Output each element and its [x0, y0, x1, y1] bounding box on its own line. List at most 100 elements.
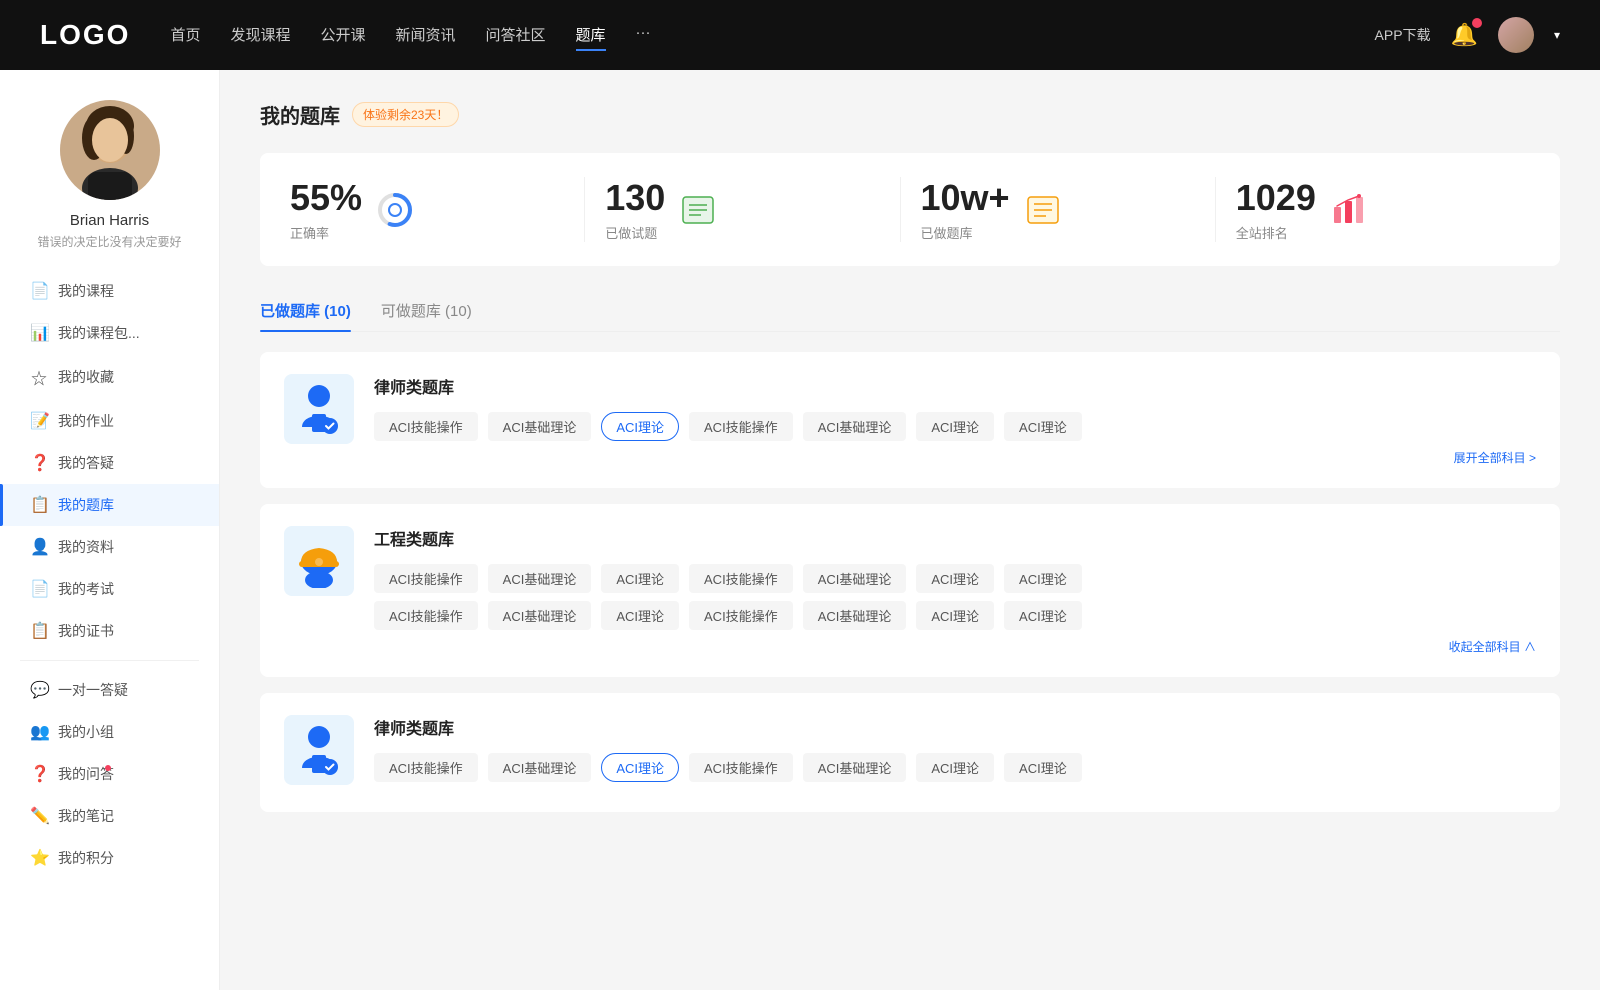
- tag-lawyer1-2[interactable]: ACI基础理论: [488, 412, 592, 441]
- tag-eng-8[interactable]: ACI技能操作: [374, 601, 478, 630]
- rank-icon: [1330, 191, 1368, 229]
- tag-lawyer2-7[interactable]: ACI理论: [1004, 753, 1082, 782]
- exam-icon: 📄: [30, 579, 48, 599]
- sidebar-item-favorites[interactable]: ☆ 我的收藏: [0, 354, 219, 400]
- tag-lawyer2-3[interactable]: ACI理论: [601, 753, 679, 782]
- tag-lawyer2-1[interactable]: ACI技能操作: [374, 753, 478, 782]
- nav-home[interactable]: 首页: [170, 20, 200, 51]
- stat-rank: 1029 全站排名: [1216, 177, 1530, 242]
- tag-lawyer2-6[interactable]: ACI理论: [916, 753, 994, 782]
- qbank-title-engineer: 工程类题库: [374, 526, 1536, 550]
- main-content: 我的题库 体验剩余23天！ 55% 正确率: [220, 70, 1600, 990]
- tag-eng-7[interactable]: ACI理论: [1004, 564, 1082, 593]
- qbank-card-lawyer-2: 律师类题库 ACI技能操作 ACI基础理论 ACI理论 ACI技能操作 ACI基…: [260, 693, 1560, 812]
- qbank-tags-engineer-row1: ACI技能操作 ACI基础理论 ACI理论 ACI技能操作 ACI基础理论 AC…: [374, 564, 1536, 593]
- tag-eng-11[interactable]: ACI技能操作: [689, 601, 793, 630]
- stat-accuracy-value-wrap: 55% 正确率: [290, 177, 362, 242]
- sidebar-label-notes: 我的笔记: [58, 806, 114, 826]
- sidebar-label-group: 我的小组: [58, 722, 114, 742]
- sidebar-label-profile: 我的资料: [58, 537, 114, 557]
- qa-icon: ❓: [30, 453, 48, 473]
- tag-lawyer2-5[interactable]: ACI基础理论: [803, 753, 907, 782]
- stat-done-q-label: 已做试题: [605, 223, 665, 242]
- qbank-card-engineer: 工程类题库 ACI技能操作 ACI基础理论 ACI理论 ACI技能操作 ACI基…: [260, 504, 1560, 677]
- qbank-title-lawyer-2: 律师类题库: [374, 715, 1536, 739]
- course-icon: 📄: [30, 281, 48, 301]
- tag-lawyer2-2[interactable]: ACI基础理论: [488, 753, 592, 782]
- page-wrap: Brian Harris 错误的决定比没有决定要好 📄 我的课程 📊 我的课程包…: [0, 70, 1600, 990]
- tag-eng-1[interactable]: ACI技能操作: [374, 564, 478, 593]
- sidebar-item-qa[interactable]: ❓ 我的答疑: [0, 442, 219, 484]
- sidebar-item-points[interactable]: ⭐ 我的积分: [0, 837, 219, 879]
- collapse-engineer[interactable]: 收起全部科目 ∧: [374, 638, 1536, 655]
- stats-bar: 55% 正确率 130 已做试题: [260, 153, 1560, 266]
- lawyer2-icon: [294, 723, 344, 778]
- tab-available-banks[interactable]: 可做题库 (10): [381, 290, 472, 331]
- nav-news[interactable]: 新闻资讯: [396, 20, 456, 51]
- sidebar-label-qbank: 我的题库: [58, 495, 114, 515]
- stat-rank-value-wrap: 1029 全站排名: [1236, 177, 1316, 242]
- expand-lawyer-1[interactable]: 展开全部科目 >: [374, 449, 1536, 466]
- app-download-button[interactable]: APP下载: [1375, 25, 1431, 45]
- sidebar-item-1to1[interactable]: 💬 一对一答疑: [0, 669, 219, 711]
- sidebar-divider: [20, 660, 199, 661]
- tab-done-banks[interactable]: 已做题库 (10): [260, 290, 351, 331]
- nav-qbank[interactable]: 题库: [576, 20, 606, 51]
- tag-eng-6[interactable]: ACI理论: [916, 564, 994, 593]
- nav-more[interactable]: ···: [636, 20, 651, 51]
- profile-icon: 👤: [30, 537, 48, 557]
- certificate-icon: 📋: [30, 621, 48, 641]
- sidebar-item-homework[interactable]: 📝 我的作业: [0, 400, 219, 442]
- tag-eng-9[interactable]: ACI基础理论: [488, 601, 592, 630]
- sidebar-item-qbank[interactable]: 📋 我的题库: [0, 484, 219, 526]
- sidebar-item-notes[interactable]: ✏️ 我的笔记: [0, 795, 219, 837]
- tag-lawyer1-3[interactable]: ACI理论: [601, 412, 679, 441]
- stat-done-q-value-wrap: 130 已做试题: [605, 177, 665, 242]
- qa-badge: [105, 765, 111, 771]
- sidebar-item-course-package[interactable]: 📊 我的课程包...: [0, 312, 219, 354]
- tag-eng-5[interactable]: ACI基础理论: [803, 564, 907, 593]
- nav-discover[interactable]: 发现课程: [230, 20, 290, 51]
- accuracy-chart-icon: [376, 191, 414, 229]
- avatar-dropdown-icon[interactable]: ▾: [1554, 28, 1560, 42]
- lawyer-icon-wrap: [284, 374, 354, 444]
- done-q-icon: [679, 191, 717, 229]
- sidebar-label-points: 我的积分: [58, 848, 114, 868]
- sidebar-item-group[interactable]: 👥 我的小组: [0, 711, 219, 753]
- notification-bell[interactable]: 🔔: [1451, 22, 1478, 48]
- tag-eng-13[interactable]: ACI理论: [916, 601, 994, 630]
- tag-lawyer1-7[interactable]: ACI理论: [1004, 412, 1082, 441]
- sidebar-label-course-package: 我的课程包...: [58, 323, 140, 343]
- sidebar-item-my-qa[interactable]: ❓ 我的问答: [0, 753, 219, 795]
- page-header: 我的题库 体验剩余23天！: [260, 100, 1560, 129]
- tag-eng-12[interactable]: ACI基础理论: [803, 601, 907, 630]
- sidebar-item-certificate[interactable]: 📋 我的证书: [0, 610, 219, 652]
- tag-lawyer1-5[interactable]: ACI基础理论: [803, 412, 907, 441]
- tag-eng-14[interactable]: ACI理论: [1004, 601, 1082, 630]
- nav-opencourse[interactable]: 公开课: [320, 20, 365, 51]
- qbank-card-lawyer-1: 律师类题库 ACI技能操作 ACI基础理论 ACI理论 ACI技能操作 ACI基…: [260, 352, 1560, 488]
- group-icon: 👥: [30, 722, 48, 742]
- 1to1-icon: 💬: [30, 680, 48, 700]
- tag-lawyer1-1[interactable]: ACI技能操作: [374, 412, 478, 441]
- nav-links: 首页 发现课程 公开课 新闻资讯 问答社区 题库 ···: [170, 20, 1334, 51]
- tag-eng-3[interactable]: ACI理论: [601, 564, 679, 593]
- nav-qa[interactable]: 问答社区: [486, 20, 546, 51]
- tag-eng-4[interactable]: ACI技能操作: [689, 564, 793, 593]
- sidebar-label-my-courses: 我的课程: [58, 281, 114, 301]
- my-qa-icon: ❓: [30, 764, 48, 784]
- avatar[interactable]: [1498, 17, 1534, 53]
- favorite-icon: ☆: [30, 365, 48, 389]
- tag-eng-10[interactable]: ACI理论: [601, 601, 679, 630]
- sidebar-item-exam[interactable]: 📄 我的考试: [0, 568, 219, 610]
- engineer-icon: [292, 534, 346, 588]
- lawyer-icon: [294, 382, 344, 437]
- tag-lawyer2-4[interactable]: ACI技能操作: [689, 753, 793, 782]
- sidebar-item-my-courses[interactable]: 📄 我的课程: [0, 270, 219, 312]
- sidebar-item-profile[interactable]: 👤 我的资料: [0, 526, 219, 568]
- tag-lawyer1-6[interactable]: ACI理论: [916, 412, 994, 441]
- stat-done-b-value-wrap: 10w+ 已做题库: [921, 177, 1010, 242]
- sidebar-menu: 📄 我的课程 📊 我的课程包... ☆ 我的收藏 📝 我的作业 ❓ 我的答疑 📋: [0, 270, 219, 879]
- tag-eng-2[interactable]: ACI基础理论: [488, 564, 592, 593]
- tag-lawyer1-4[interactable]: ACI技能操作: [689, 412, 793, 441]
